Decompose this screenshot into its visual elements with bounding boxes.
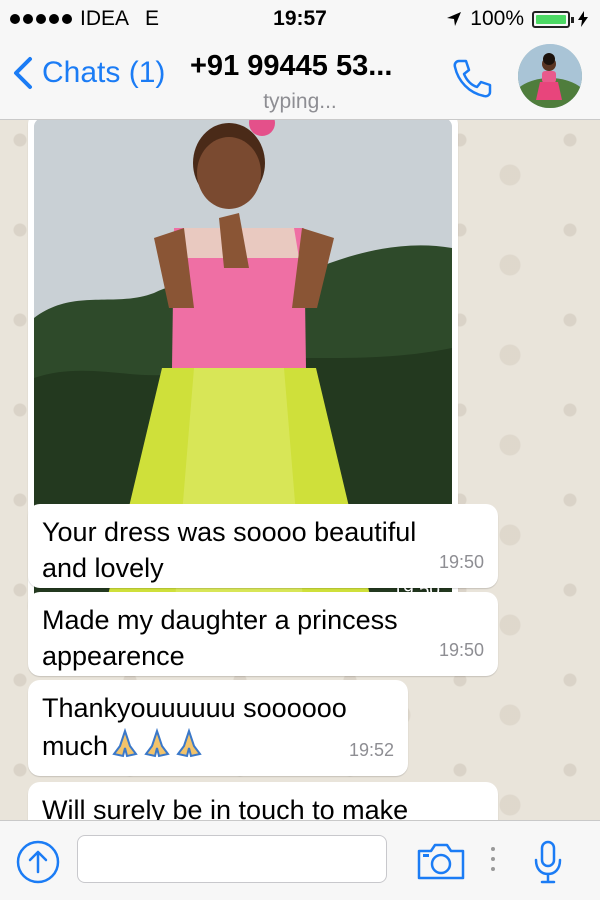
message-time: 19:50 [438, 552, 484, 572]
message-line: Your dress was soooo beautiful [42, 517, 417, 547]
typing-status: typing... [263, 90, 337, 113]
camera-icon [417, 843, 465, 880]
contact-name[interactable]: +91 99445 53... [190, 50, 392, 83]
message-time: 19:50 [438, 640, 484, 660]
share-icon [16, 840, 60, 884]
text-message[interactable]: Made my daughter a princess appearence 1… [28, 592, 498, 676]
battery-percent: 100% [470, 7, 524, 30]
message-time: 19:52 [348, 740, 394, 760]
battery-level [536, 14, 566, 24]
back-label: Chats (1) [42, 56, 166, 89]
more-icon[interactable] [491, 847, 495, 871]
charging-bolt-icon [578, 11, 588, 27]
folded-hands-icon [142, 728, 172, 767]
status-bar: IDEA E 19:57 100% [0, 0, 600, 38]
message-composer [0, 820, 600, 900]
avatar-picture [518, 44, 582, 108]
status-right: 100% [446, 7, 588, 31]
share-button[interactable] [16, 840, 60, 889]
message-line: Made my daughter a princess [42, 605, 398, 635]
camera-button[interactable] [416, 841, 466, 886]
message-list[interactable]: 19:50 Your dress was soooo beautiful and… [0, 120, 600, 820]
message-line: Thankyouuuuuu soooooo [42, 693, 347, 723]
message-line: much [42, 731, 109, 761]
back-button[interactable]: Chats (1) [12, 56, 165, 90]
battery-icon [532, 10, 574, 28]
message-line: appearence [42, 641, 185, 671]
contact-avatar[interactable] [518, 44, 582, 108]
chevron-left-icon [14, 57, 32, 89]
text-message[interactable]: Your dress was soooo beautiful and lovel… [28, 504, 498, 588]
text-message[interactable]: Will surely be in touch to make [28, 782, 498, 820]
location-arrow-icon [447, 12, 462, 26]
folded-hands-icon [110, 728, 140, 767]
text-message[interactable]: Thankyouuuuuu soooooo much 19:52 [28, 680, 408, 776]
message-input[interactable] [77, 835, 387, 883]
message-line: Will surely be in touch to make [42, 795, 409, 820]
phone-icon [453, 59, 492, 98]
folded-hands-icon [174, 728, 204, 767]
call-button[interactable] [450, 56, 494, 105]
mic-icon [534, 840, 562, 884]
microphone-button[interactable] [533, 839, 563, 890]
message-line: and lovely [42, 553, 164, 583]
chat-header: Chats (1) +91 99445 53... typing... [0, 38, 600, 120]
